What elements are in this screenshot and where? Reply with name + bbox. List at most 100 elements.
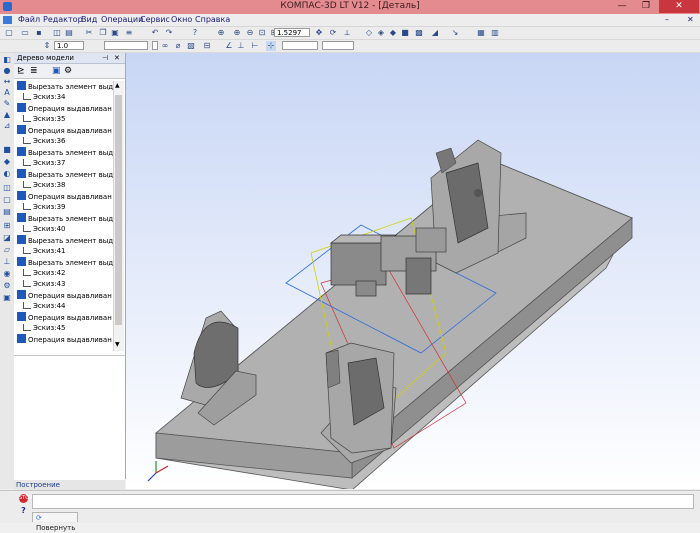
tree-item-sketch[interactable]: Эскиз:39 bbox=[17, 202, 113, 213]
panel-shell-icon[interactable]: ▢ bbox=[2, 195, 12, 204]
tree-item-operation[interactable]: Вырезать элемент выд bbox=[17, 169, 113, 180]
tree-item-sketch[interactable]: Эскиз:34 bbox=[17, 92, 113, 103]
print-preview-icon[interactable]: ◫ bbox=[52, 28, 62, 38]
tree-item-sketch[interactable]: Эскиз:44 bbox=[17, 301, 113, 312]
panel-symbols-icon[interactable]: A bbox=[2, 88, 12, 97]
tree-item-sketch[interactable]: Эскиз:40 bbox=[17, 224, 113, 235]
menu-file[interactable]: Файл bbox=[17, 14, 41, 26]
panel-mirror-icon[interactable]: ◪ bbox=[2, 233, 12, 242]
stop-button[interactable]: STOP bbox=[19, 494, 32, 503]
tree-filter-icon[interactable]: ▣ bbox=[52, 66, 61, 76]
zoom-window-icon[interactable]: ⊡ bbox=[257, 28, 267, 38]
snap-icon[interactable]: ⌀ bbox=[173, 41, 183, 51]
panel-extrude-icon[interactable]: ■ bbox=[2, 145, 12, 154]
cut-icon[interactable]: ✂ bbox=[84, 28, 94, 38]
help-button[interactable]: ? bbox=[19, 506, 28, 515]
tab-construction[interactable]: Построение bbox=[16, 480, 60, 490]
undo-icon[interactable]: ↶ bbox=[150, 28, 160, 38]
tree-item-operation[interactable]: Вырезать элемент выд bbox=[17, 257, 113, 268]
close-button[interactable]: ✕ bbox=[659, 0, 699, 13]
panel-thread-icon[interactable]: ⚙ bbox=[2, 281, 12, 290]
model-viewport[interactable] bbox=[126, 53, 700, 489]
pin-icon[interactable]: ⊣ bbox=[102, 53, 108, 63]
panel-rib-icon[interactable]: ▤ bbox=[2, 207, 12, 216]
help-pointer-icon[interactable]: ? bbox=[190, 28, 200, 38]
rotate-icon[interactable]: ⟳ bbox=[328, 28, 338, 38]
print-icon[interactable]: ▤ bbox=[64, 28, 74, 38]
save-icon[interactable]: ▪ bbox=[34, 28, 44, 38]
layer-select[interactable] bbox=[152, 41, 158, 50]
minimize-button[interactable]: — bbox=[610, 0, 634, 13]
doc-close-button[interactable]: ✕ bbox=[686, 14, 695, 26]
tree-settings-icon[interactable]: ⚙ bbox=[64, 66, 72, 76]
panel-spec-icon[interactable]: ▣ bbox=[2, 293, 12, 302]
tree-item-operation[interactable]: Вырезать элемент выд bbox=[17, 81, 113, 92]
open-file-icon[interactable]: ▭ bbox=[20, 28, 30, 38]
pan-icon[interactable]: ✥ bbox=[314, 28, 324, 38]
hatch-icon[interactable]: ▧ bbox=[186, 41, 196, 51]
panel-edit-icon[interactable]: ✎ bbox=[2, 99, 12, 108]
orientation-icon[interactable]: ⟂ bbox=[342, 28, 352, 38]
shaded-icon[interactable]: ■ bbox=[400, 28, 410, 38]
panel-chamfer-icon[interactable]: ◫ bbox=[2, 183, 12, 192]
panel-dims-icon[interactable]: ↔ bbox=[2, 77, 12, 86]
perspective-icon[interactable]: ◢ bbox=[430, 28, 440, 38]
doc-icon[interactable] bbox=[3, 16, 12, 24]
align-icon[interactable]: ⊥ bbox=[236, 41, 246, 51]
new-file-icon[interactable]: ▢ bbox=[4, 28, 14, 38]
tree-close-icon[interactable]: ✕ bbox=[114, 53, 120, 63]
tree-item-sketch[interactable]: Эскиз:35 bbox=[17, 114, 113, 125]
tree-item-operation[interactable]: Вырезать элемент выд bbox=[17, 235, 113, 246]
hidden-lines-icon[interactable]: ◈ bbox=[376, 28, 386, 38]
tree-item-sketch[interactable]: Эскиз:37 bbox=[17, 158, 113, 169]
menu-view[interactable]: Вид bbox=[80, 14, 98, 26]
tree-item-sketch[interactable]: Эскиз:38 bbox=[17, 180, 113, 191]
panel-hole-icon[interactable]: ◉ bbox=[2, 269, 12, 278]
tree-item-sketch[interactable]: Эскиз:41 bbox=[17, 246, 113, 257]
tree-item-operation[interactable]: Операция выдавливан bbox=[17, 334, 113, 345]
tree-order-icon[interactable]: ≣ bbox=[30, 66, 38, 76]
doc-minimize-button[interactable]: – bbox=[664, 14, 670, 26]
paste-icon[interactable]: ▣ bbox=[110, 28, 120, 38]
shaded-edges-icon[interactable]: ▩ bbox=[414, 28, 424, 38]
grid-icon[interactable]: ▦ bbox=[476, 28, 486, 38]
angle-icon[interactable]: ∠ bbox=[224, 41, 234, 51]
tree-item-sketch[interactable]: Эскиз:43 bbox=[17, 279, 113, 290]
tree-item-operation[interactable]: Вырезать элемент выд bbox=[17, 147, 113, 158]
panel-select-icon[interactable]: ◧ bbox=[2, 55, 12, 64]
tree-item-operation[interactable]: Операция выдавливан bbox=[17, 191, 113, 202]
menu-edit[interactable]: Редактор bbox=[42, 14, 84, 26]
panel-fillet-icon[interactable]: ◐ bbox=[2, 169, 12, 178]
zoom-scale-select[interactable]: 1.5297 bbox=[274, 28, 310, 37]
scroll-thumb[interactable] bbox=[115, 95, 122, 325]
line-width-field[interactable]: 1.0 bbox=[54, 41, 84, 50]
tree-sort-icon[interactable]: ⊵ bbox=[17, 66, 25, 76]
scroll-up-icon[interactable]: ▲ bbox=[115, 82, 120, 89]
tree-item-sketch[interactable]: Эскиз:42 bbox=[17, 268, 113, 279]
redo-icon[interactable]: ↷ bbox=[164, 28, 174, 38]
copy-icon[interactable]: ❐ bbox=[98, 28, 108, 38]
tree-scrollbar[interactable]: ▲ ▼ bbox=[113, 81, 124, 351]
library-icon[interactable]: ▥ bbox=[490, 28, 500, 38]
link-icon[interactable]: ∞ bbox=[160, 41, 170, 51]
menu-help[interactable]: Справка bbox=[194, 14, 231, 26]
x-coord-field[interactable] bbox=[282, 41, 318, 50]
filter-icon[interactable]: ↘ bbox=[450, 28, 460, 38]
panel-axis-icon[interactable]: ⊥ bbox=[2, 257, 12, 266]
command-line[interactable] bbox=[32, 494, 694, 509]
style-select[interactable] bbox=[104, 41, 148, 50]
zoom-icon[interactable]: ⊕ bbox=[216, 28, 226, 38]
thin-hidden-icon[interactable]: ◆ bbox=[388, 28, 398, 38]
tree-item-operation[interactable]: Операция выдавливан bbox=[17, 290, 113, 301]
tree-item-sketch[interactable]: Эскиз:45 bbox=[17, 323, 113, 334]
zoom-out-icon[interactable]: ⊖ bbox=[245, 28, 255, 38]
menu-operations[interactable]: Операции bbox=[100, 14, 144, 26]
properties-icon[interactable]: ≡ bbox=[124, 28, 134, 38]
panel-params-icon[interactable]: ▲ bbox=[2, 110, 12, 119]
coords-icon[interactable]: ⊹ bbox=[266, 41, 276, 51]
tree-item-operation[interactable]: Операция выдавливан bbox=[17, 103, 113, 114]
wireframe-icon[interactable]: ◇ bbox=[364, 28, 374, 38]
tree-item-operation[interactable]: Операция выдавливан bbox=[17, 125, 113, 136]
y-coord-field[interactable] bbox=[322, 41, 354, 50]
panel-array-icon[interactable]: ⊞ bbox=[2, 221, 12, 230]
